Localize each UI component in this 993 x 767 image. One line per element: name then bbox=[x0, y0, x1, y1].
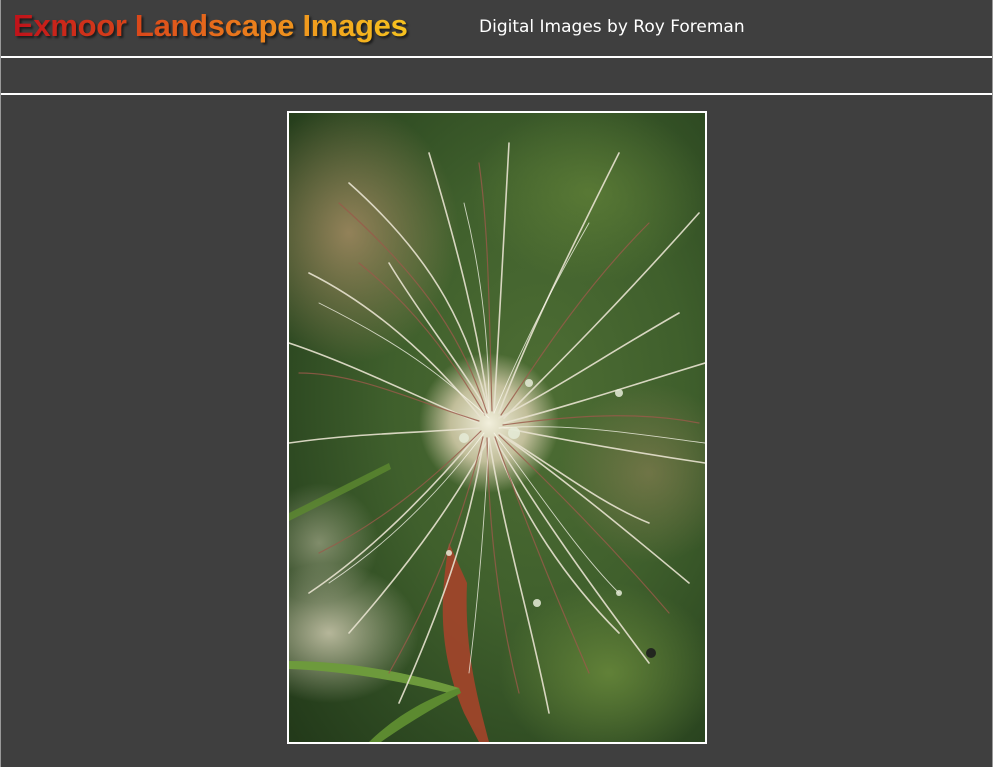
photo-image bbox=[289, 113, 705, 742]
site-header: Exmoor Landscape Images Digital Images b… bbox=[1, 0, 992, 58]
page: Exmoor Landscape Images Digital Images b… bbox=[0, 0, 993, 767]
site-title[interactable]: Exmoor Landscape Images bbox=[13, 8, 408, 44]
site-subtitle: Digital Images by Roy Foreman bbox=[479, 17, 745, 37]
featured-photo[interactable] bbox=[287, 111, 707, 744]
nav-bar bbox=[1, 60, 992, 95]
